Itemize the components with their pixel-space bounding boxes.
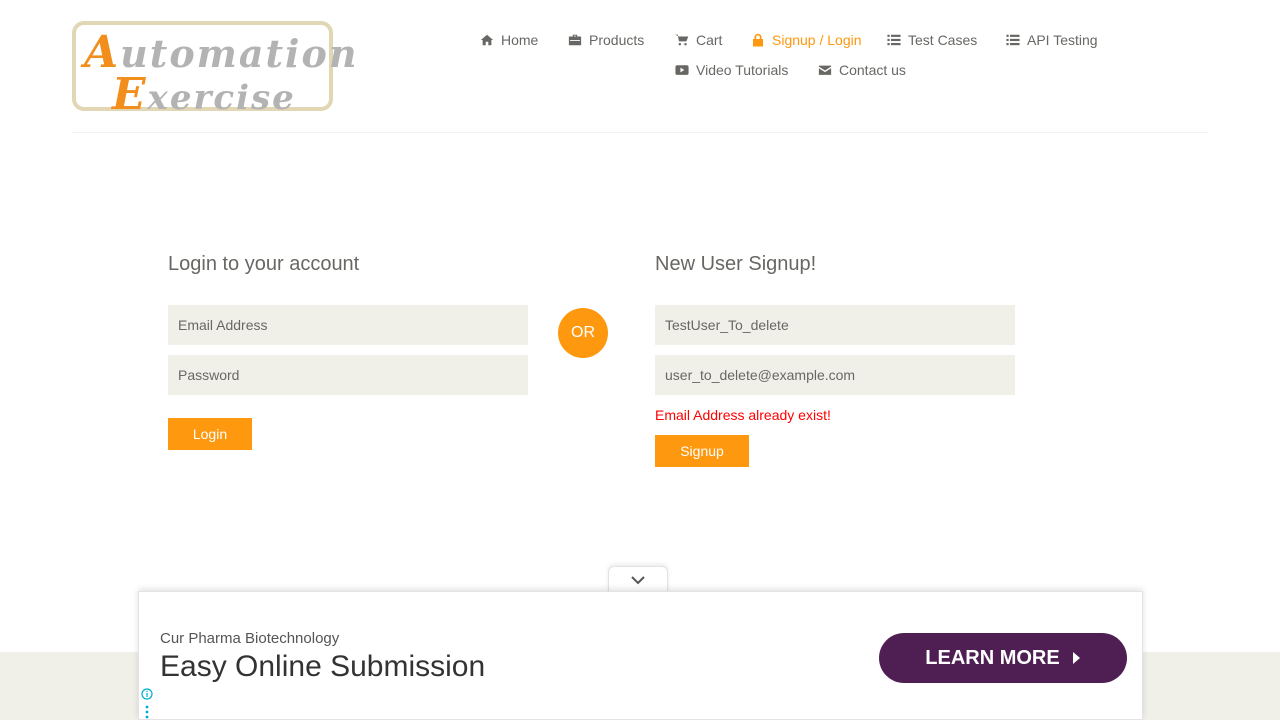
ad-cta-label: LEARN MORE bbox=[925, 646, 1060, 669]
nav-signup-login[interactable]: Signup / Login bbox=[751, 28, 862, 52]
ad-options-icon[interactable] bbox=[145, 705, 149, 719]
signup-title: New User Signup! bbox=[655, 253, 817, 275]
site-logo[interactable]: Automation Exercise bbox=[72, 21, 356, 120]
lock-icon bbox=[753, 33, 763, 47]
login-button[interactable]: Login bbox=[168, 418, 252, 450]
signup-email-input[interactable] bbox=[655, 355, 1015, 395]
signup-name-input[interactable] bbox=[655, 305, 1015, 345]
home-icon bbox=[480, 34, 494, 46]
chevron-down-icon bbox=[631, 576, 645, 585]
youtube-play-icon bbox=[675, 65, 689, 75]
nav-contact-us[interactable]: Contact us bbox=[818, 58, 906, 82]
nav-home[interactable]: Home bbox=[480, 28, 538, 52]
ad-banner: Cur Pharma Biotechnology Easy Online Sub… bbox=[138, 591, 1143, 720]
or-divider-badge: OR bbox=[558, 308, 608, 358]
list-icon bbox=[887, 34, 901, 46]
signup-error-message: Email Address already exist! bbox=[655, 407, 831, 423]
header-divider bbox=[72, 132, 1208, 133]
ad-headline: Easy Online Submission bbox=[160, 650, 486, 683]
list-icon bbox=[1006, 34, 1020, 46]
login-title: Login to your account bbox=[168, 253, 360, 275]
nav-cart[interactable]: Cart bbox=[675, 28, 722, 52]
ad-sponsor: Cur Pharma Biotechnology bbox=[160, 630, 340, 647]
login-password-input[interactable] bbox=[168, 355, 528, 395]
nav-video-tutorials[interactable]: Video Tutorials bbox=[675, 58, 788, 82]
play-arrow-icon bbox=[1072, 652, 1080, 664]
briefcase-icon bbox=[568, 34, 582, 46]
signup-button[interactable]: Signup bbox=[655, 435, 749, 467]
cart-icon bbox=[675, 34, 689, 46]
nav-api-testing[interactable]: API Testing bbox=[1006, 28, 1098, 52]
ad-learn-more-button[interactable]: LEARN MORE bbox=[879, 633, 1127, 683]
login-email-input[interactable] bbox=[168, 305, 528, 345]
ad-info-icon[interactable] bbox=[141, 688, 153, 700]
envelope-icon bbox=[818, 65, 832, 75]
logo-line-2: Exercise bbox=[112, 69, 296, 120]
nav-products[interactable]: Products bbox=[568, 28, 644, 52]
ad-collapse-button[interactable] bbox=[608, 566, 668, 593]
nav-test-cases[interactable]: Test Cases bbox=[887, 28, 977, 52]
